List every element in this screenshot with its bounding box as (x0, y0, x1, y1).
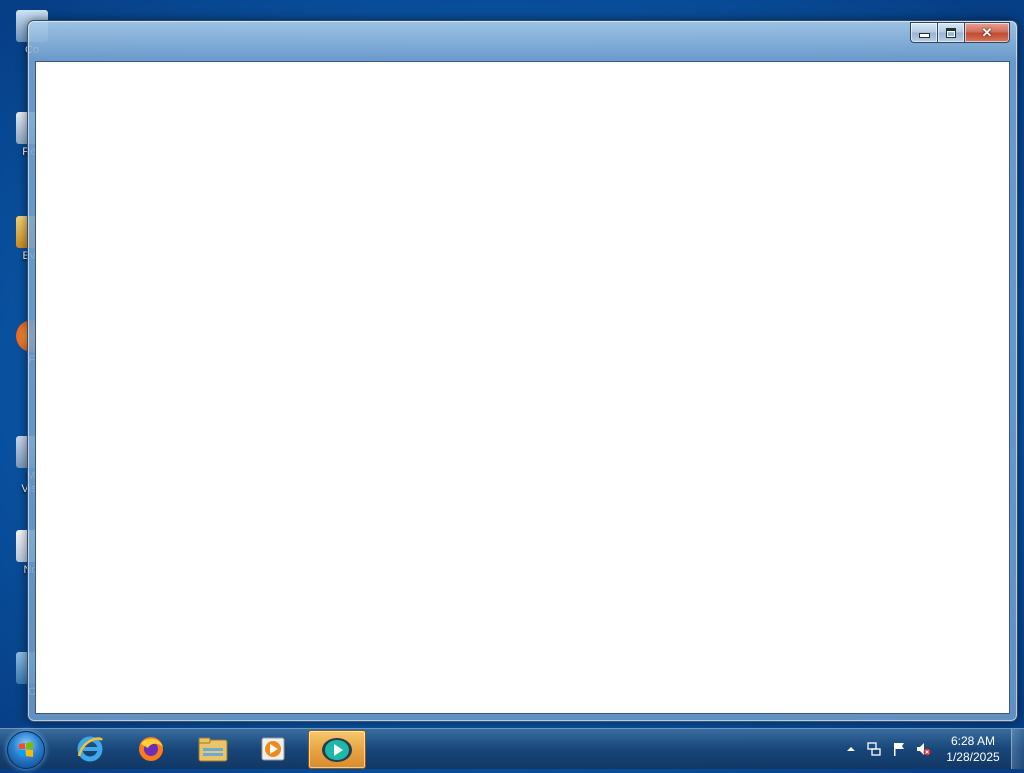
network-tray-button[interactable] (866, 741, 882, 757)
taskbar-firefox-button[interactable] (123, 730, 179, 767)
close-button[interactable]: ✕ (964, 22, 1010, 43)
taskbar: 6:28 AM 1/28/2025 (0, 728, 1024, 769)
window-titlebar[interactable]: ✕ (28, 21, 1017, 61)
volume-muted-icon (917, 743, 931, 756)
folder-icon (198, 737, 228, 761)
app-icon (322, 737, 352, 762)
ie-icon (77, 736, 103, 761)
volume-button[interactable] (915, 741, 931, 757)
action-center-button[interactable] (891, 741, 907, 757)
chevron-up-icon (847, 747, 855, 751)
taskbar-media-player-button[interactable] (245, 730, 301, 767)
windows-logo-icon (19, 742, 33, 757)
maximize-icon (946, 27, 956, 38)
window-caption-buttons: ✕ (910, 22, 1010, 43)
maximize-button[interactable] (937, 22, 964, 43)
flag-icon (894, 743, 904, 756)
taskbar-active-app-button[interactable] (308, 730, 366, 769)
taskbar-ie-button[interactable] (62, 730, 118, 767)
firefox-icon (139, 736, 163, 761)
app-window[interactable]: ✕ (27, 20, 1018, 722)
network-icon (867, 742, 881, 756)
minimize-button[interactable] (910, 22, 937, 43)
minimize-icon (918, 33, 930, 38)
window-client-area[interactable] (35, 61, 1010, 714)
clock-date: 1/28/2025 (946, 750, 1000, 764)
clock-time: 6:28 AM (950, 734, 996, 748)
show-hidden-icons-button[interactable] (843, 741, 859, 757)
start-button[interactable] (7, 731, 45, 769)
taskbar-clock[interactable]: 6:28 AM 1/28/2025 (937, 733, 1009, 765)
media-player-icon (261, 737, 285, 760)
show-desktop-button[interactable] (1011, 729, 1024, 769)
taskbar-explorer-button[interactable] (185, 730, 241, 767)
close-icon: ✕ (981, 25, 993, 40)
